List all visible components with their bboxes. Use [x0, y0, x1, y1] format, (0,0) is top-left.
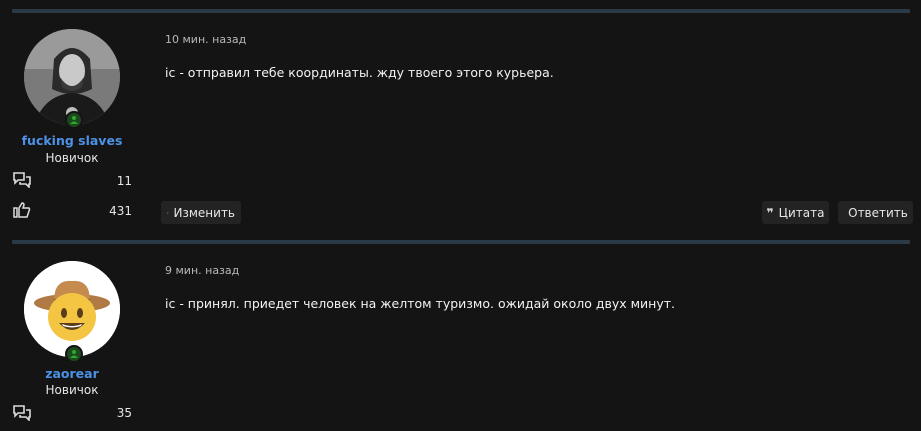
post-text: ic - принял. приедет человек на желтом т…	[165, 296, 675, 311]
cowboy-emoji-avatar-icon	[24, 261, 120, 357]
reply-label: Ответить	[848, 205, 908, 220]
username[interactable]: fucking slaves	[0, 133, 144, 148]
reactions-count: 431	[109, 204, 132, 218]
edit-button[interactable]: Изменить	[161, 201, 241, 224]
quote-label: Цитата	[778, 205, 825, 220]
post-time[interactable]: 9 мин. назад	[165, 264, 239, 277]
user-rank: Новичок	[45, 151, 99, 165]
thumbs-up-icon	[13, 202, 31, 218]
post-text: ic - отправил тебе координаты. жду твоег…	[165, 65, 554, 80]
messages-count: 11	[116, 174, 132, 188]
post-2: zaorear Новичок 35 9 мин. назад ic - при…	[0, 231, 921, 431]
user-rank: Новичок	[45, 383, 99, 397]
quote-button[interactable]: ❞ Цитата	[762, 201, 829, 224]
post-time[interactable]: 10 мин. назад	[165, 33, 246, 46]
pencil-icon	[167, 211, 169, 214]
edit-label: Изменить	[173, 205, 236, 220]
post-1: fucking slaves Новичок 11 431 10 мин. на…	[0, 0, 921, 235]
messages-count: 35	[116, 406, 132, 420]
online-status-icon	[65, 345, 83, 363]
reply-button[interactable]: Ответить	[838, 201, 913, 224]
messages-icon	[13, 172, 31, 188]
messages-icon	[13, 405, 31, 421]
quote-icon: ❞	[766, 205, 774, 220]
user-avatar[interactable]	[24, 261, 120, 357]
username[interactable]: zaorear	[0, 366, 144, 381]
online-status-icon	[65, 111, 83, 129]
